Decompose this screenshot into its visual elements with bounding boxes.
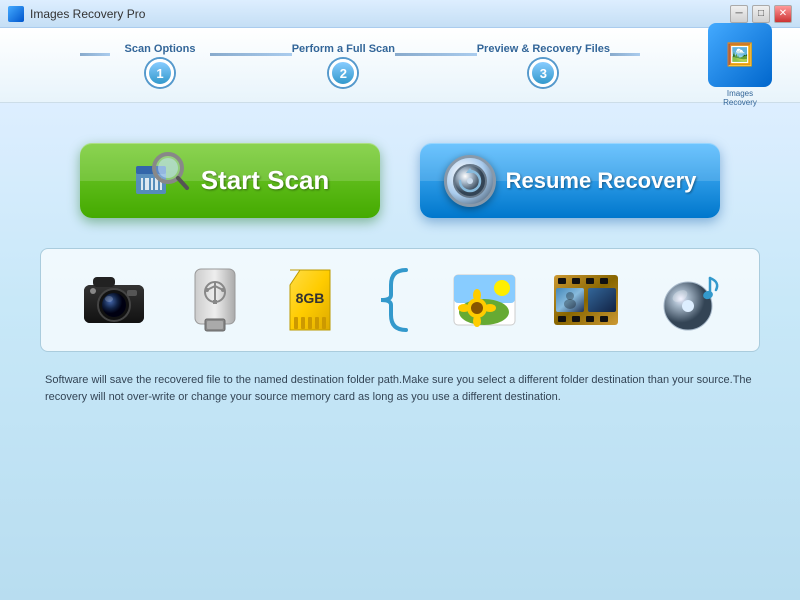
svg-text:8GB: 8GB [296,290,325,306]
step-2-group: Perform a Full Scan 2 [292,43,395,87]
resume-recovery-button[interactable]: Resume Recovery [420,143,720,218]
photo-icon-item [452,270,517,330]
curly-brace-icon [376,265,416,335]
start-scan-label: Start Scan [201,165,330,196]
main-content: Start Scan [0,103,800,600]
wizard-steps: Scan Options 1 Perform a Full Scan 2 Pre… [20,43,700,87]
maximize-button[interactable]: □ [752,5,770,23]
step-1-label: Scan Options [125,43,196,55]
logo-icon: 🖼️ [726,42,753,68]
app-icon [8,6,24,22]
step-line-2-3 [395,53,477,56]
step-3-group: Preview & Recovery Files 3 [477,43,610,87]
step-1-circle: 1 [146,59,174,87]
step-3-label: Preview & Recovery Files [477,43,610,55]
usb-drive-icon-item [185,264,245,336]
title-bar: Images Recovery Pro ─ □ ✕ [0,0,800,28]
step-line-1-2 [210,53,292,56]
minimize-button[interactable]: ─ [730,5,748,23]
step-1-group: Scan Options 1 [110,43,210,87]
music-cd-icon-item [656,268,721,333]
wizard-header: Scan Options 1 Perform a Full Scan 2 Pre… [0,28,800,103]
steps-full: Scan Options 1 Perform a Full Scan 2 Pre… [80,43,640,87]
logo-area: 🖼️ Images Recovery [700,23,780,107]
sd-card-icon-item: 8GB [280,265,340,335]
icon-strip: 8GB [40,248,760,352]
resume-recovery-label: Resume Recovery [506,168,697,194]
camera-icon-item [79,270,149,330]
step-line-right [610,53,640,56]
step-line-left [80,53,110,56]
app-logo: 🖼️ [708,23,772,87]
step-2-circle: 2 [329,59,357,87]
window-title: Images Recovery Pro [30,7,730,21]
start-scan-button[interactable]: Start Scan [80,143,380,218]
logo-text: Images Recovery [723,89,757,107]
footer-description: Software will save the recovered file to… [40,372,760,405]
film-strip-icon-item [552,270,620,330]
scan-icon [131,146,191,216]
window-controls: ─ □ ✕ [730,5,792,23]
step-3-circle: 3 [529,59,557,87]
action-buttons: Start Scan [40,143,760,218]
resume-icon [444,155,496,207]
close-button[interactable]: ✕ [774,5,792,23]
step-2-label: Perform a Full Scan [292,43,395,55]
